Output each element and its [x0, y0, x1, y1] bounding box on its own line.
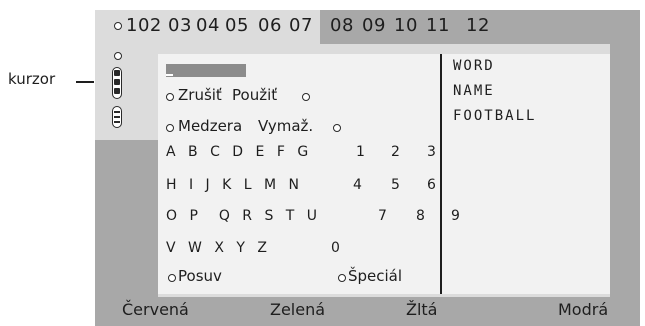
panel-divider — [440, 54, 442, 294]
scroll-down-icon — [114, 88, 120, 94]
cancel-button[interactable]: Zrušiť — [178, 86, 222, 104]
text-cursor — [166, 74, 173, 76]
key-digit[interactable]: 5 — [391, 177, 404, 193]
right-shade — [610, 44, 640, 297]
special-bullet-icon — [338, 274, 346, 282]
keyboard-letters-row[interactable]: H I J K L M N — [166, 177, 303, 193]
key-digit[interactable]: 1 — [356, 144, 369, 160]
yellow-key-label[interactable]: Žltá — [406, 300, 437, 319]
key-digit[interactable]: 9 — [451, 208, 464, 224]
scroll-line-icon — [114, 121, 120, 123]
use-button[interactable]: Použiť — [232, 86, 277, 104]
page-number[interactable]: 102 — [126, 15, 162, 36]
left-shade — [95, 140, 158, 297]
key-digit[interactable]: 0 — [331, 240, 344, 256]
page-number[interactable]: 03 — [168, 15, 192, 36]
cursor-callout-label: kurzor — [8, 70, 56, 88]
word-list-item[interactable]: NAME — [453, 83, 495, 99]
special-button[interactable]: Špeciál — [348, 267, 402, 285]
word-list-item[interactable]: FOOTBALL — [453, 108, 536, 124]
page-number[interactable]: 12 — [466, 15, 490, 36]
key-digit[interactable]: 4 — [353, 177, 366, 193]
page-number[interactable]: 06 — [258, 15, 282, 36]
space-bullet-icon — [166, 124, 174, 132]
space-button[interactable]: Medzera — [178, 117, 242, 135]
red-key-label[interactable]: Červená — [122, 300, 189, 319]
key-digit[interactable]: 6 — [427, 177, 440, 193]
word-list-item[interactable]: WORD — [453, 58, 495, 74]
key-digit[interactable]: 7 — [378, 208, 391, 224]
key-digit[interactable]: 8 — [416, 208, 429, 224]
side-bullet-icon — [114, 52, 122, 60]
page-scroll-handle[interactable] — [112, 106, 122, 128]
use-bullet-icon — [302, 93, 310, 101]
delete-button[interactable]: Vymaž. — [258, 117, 313, 135]
scroll-handle[interactable] — [112, 67, 122, 99]
text-input-field[interactable] — [166, 64, 246, 77]
page-number[interactable]: 07 — [289, 15, 313, 36]
key-digit[interactable]: 2 — [391, 144, 404, 160]
page-number[interactable]: 09 — [362, 15, 386, 36]
shift-bullet-icon — [168, 274, 176, 282]
green-key-label[interactable]: Zelená — [270, 300, 325, 319]
shift-button[interactable]: Posuv — [178, 267, 222, 285]
page-number[interactable]: 10 — [394, 15, 418, 36]
page-number[interactable]: 11 — [426, 15, 450, 36]
scroll-up-icon — [114, 70, 120, 76]
keyboard-letters-row[interactable]: V W X Y Z — [166, 240, 271, 256]
scroll-mid-icon — [114, 79, 120, 85]
key-digit[interactable]: 3 — [427, 144, 440, 160]
scroll-line-icon — [114, 116, 120, 118]
page-number[interactable]: 08 — [330, 15, 354, 36]
cancel-bullet-icon — [166, 93, 174, 101]
page-number[interactable]: 04 — [196, 15, 220, 36]
keyboard-letters-row[interactable]: A B C D E F G — [166, 144, 312, 160]
page-bullet-icon — [114, 22, 122, 30]
keyboard-letters-row[interactable]: O P Q R S T U — [166, 208, 321, 224]
delete-bullet-icon — [333, 124, 341, 132]
blue-key-label[interactable]: Modrá — [558, 300, 608, 319]
scroll-line-icon — [114, 111, 120, 113]
callout-line — [76, 81, 94, 83]
page-number[interactable]: 05 — [225, 15, 249, 36]
